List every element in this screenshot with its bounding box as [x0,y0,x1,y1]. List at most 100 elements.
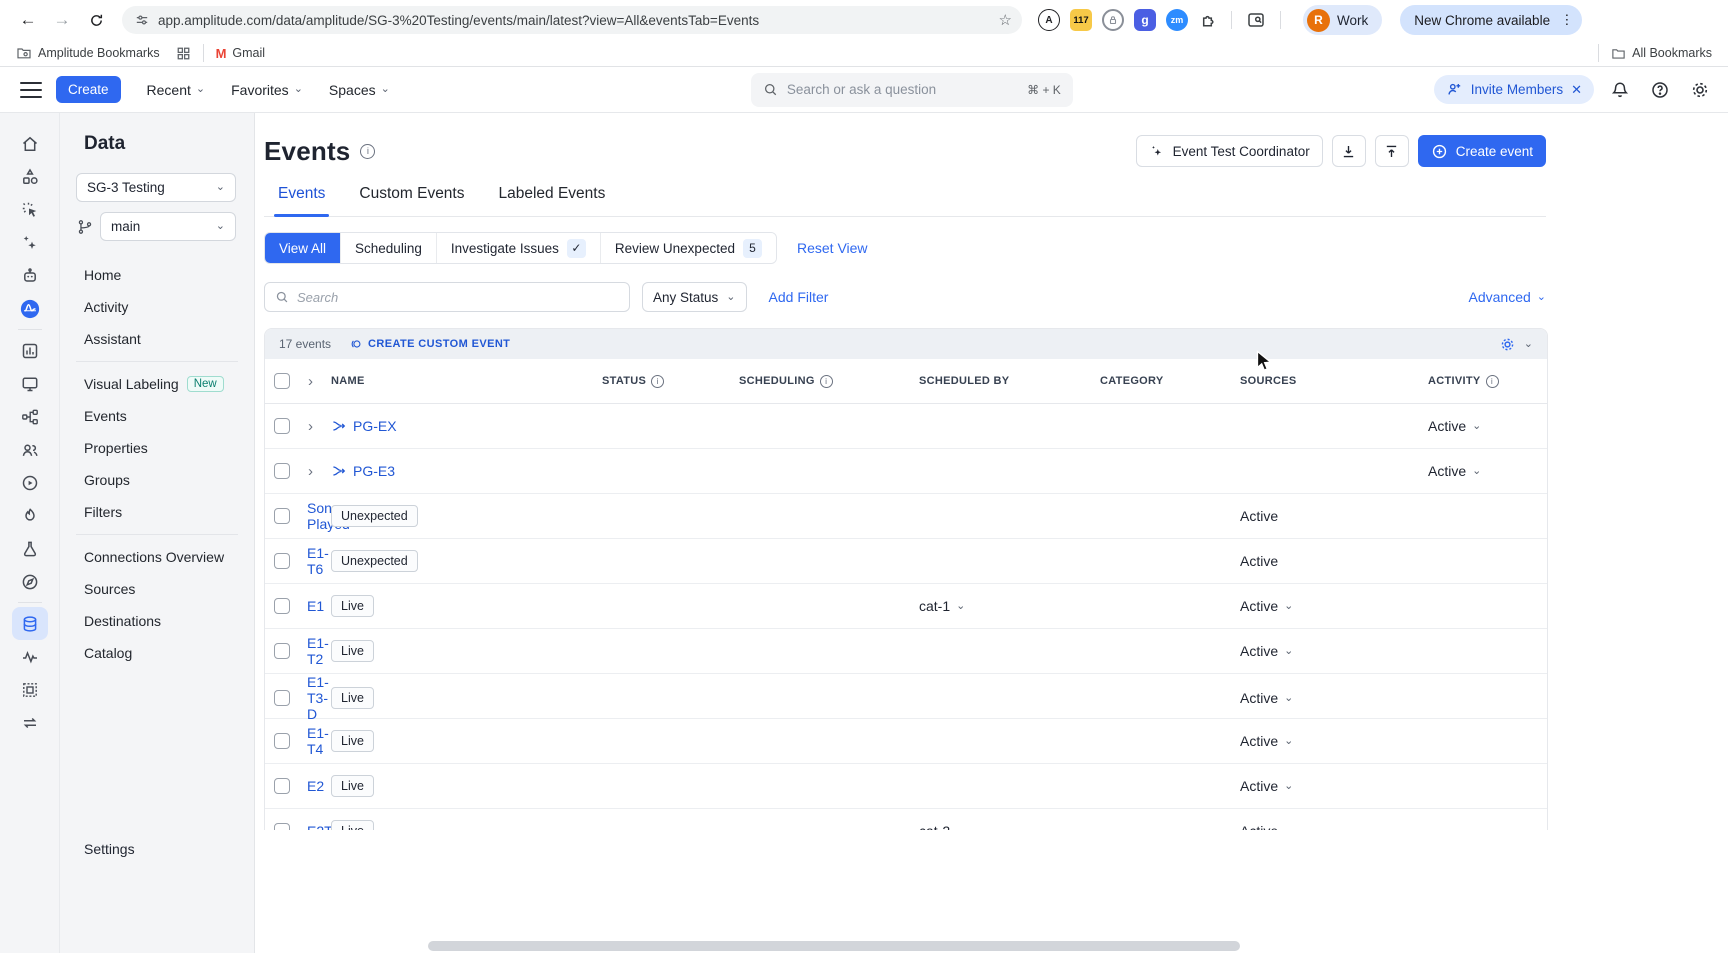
extension-g-icon[interactable]: g [1134,9,1156,31]
category-select[interactable]: cat-2⌄ [919,823,965,830]
expand-row-chevron-icon[interactable]: › [299,418,323,435]
menu-recent[interactable]: Recent⌄ [147,82,206,98]
row-checkbox[interactable] [274,463,290,479]
create-custom-event-link[interactable]: CREATE CUSTOM EVENT [349,337,510,351]
table-search[interactable] [264,282,630,312]
rail-charts-icon[interactable] [12,334,48,367]
table-row[interactable]: Song Played Unexpected Active [265,494,1547,539]
row-checkbox[interactable] [274,778,290,794]
info-icon[interactable] [1486,375,1499,388]
sidebar-item[interactable]: Sources [60,573,254,605]
expand-row-chevron-icon[interactable]: › [299,463,323,480]
invite-members-button[interactable]: Invite Members ✕ [1434,75,1594,104]
extension-counter-icon[interactable]: 117 [1070,9,1092,31]
browser-reload-icon[interactable] [82,6,110,34]
site-settings-icon[interactable] [134,12,150,28]
url-bar[interactable]: app.amplitude.com/data/amplitude/SG-3%20… [122,6,1022,34]
view-scheduling-button[interactable]: Scheduling [340,233,436,263]
rail-data-icon[interactable] [12,607,48,640]
rail-ai-sparkles-icon[interactable] [12,226,48,259]
menu-favorites[interactable]: Favorites⌄ [231,82,303,98]
global-search[interactable]: ⌘ + K [751,73,1073,107]
rail-experiments-flask-icon[interactable] [12,532,48,565]
rail-objects-icon[interactable] [12,160,48,193]
sidebar-item[interactable]: Catalog [60,637,254,669]
column-header[interactable]: SCHEDULED BY [911,375,1092,387]
info-icon[interactable] [360,144,375,159]
download-button[interactable] [1332,135,1366,167]
project-select[interactable]: SG-3 Testing ⌄ [76,173,236,202]
column-header[interactable]: SCHEDULING [731,375,911,388]
rail-dashboards-icon[interactable] [12,367,48,400]
sidebar-item[interactable]: Events [60,400,254,432]
global-search-input[interactable] [787,82,1018,97]
row-checkbox[interactable] [274,823,290,830]
activity-select[interactable]: Active⌄ [1232,778,1420,794]
activity-select[interactable]: Active⌄ [1232,598,1420,614]
create-event-button[interactable]: Create event [1418,135,1546,167]
table-row[interactable]: E1-T4 Live Active⌄ [265,719,1547,764]
sidebar-item[interactable]: Properties [60,432,254,464]
notifications-bell-icon[interactable] [1610,80,1630,100]
rail-click-tracking-icon[interactable] [12,193,48,226]
activity-select[interactable]: Active⌄ [1232,690,1420,706]
sidebar-item-settings[interactable]: Settings [60,833,254,857]
select-all-checkbox[interactable] [274,373,290,389]
row-checkbox[interactable] [274,508,290,524]
upload-button[interactable] [1375,135,1409,167]
sidebar-item[interactable]: Visual LabelingNew [60,368,254,400]
table-row[interactable]: › PG-EX Ac [265,404,1547,449]
activity-select[interactable]: Active [1232,553,1420,569]
activity-select[interactable]: Active⌄ [1232,733,1420,749]
rail-heatmap-flame-icon[interactable] [12,499,48,532]
table-row[interactable]: › PG-E3 Ac [265,449,1547,494]
branch-select[interactable]: main ⌄ [100,212,236,241]
column-header[interactable]: CATEGORY [1092,375,1232,387]
tab[interactable]: Labeled Events [499,185,606,203]
view-review-unexpected-button[interactable]: Review Unexpected 5 [600,233,776,263]
browser-profile-chip[interactable]: R Work [1303,5,1382,35]
category-select[interactable]: cat-1⌄ [919,598,965,614]
table-row[interactable]: E1 Live cat-1⌄ Active⌄ [265,584,1547,629]
column-header[interactable]: ACTIVITY [1420,375,1548,388]
activity-select[interactable]: Active⌄ [1420,418,1548,434]
status-filter-select[interactable]: Any Status ⌄ [642,282,747,312]
rail-home-icon[interactable] [12,127,48,160]
info-icon[interactable] [651,375,664,388]
side-panel-icon[interactable] [1246,10,1266,30]
table-row[interactable]: E1-T3-D Live Active⌄ [265,674,1547,719]
event-name-link[interactable]: PG-E3 [331,463,395,479]
column-header[interactable]: NAME [323,375,594,387]
reset-view-link[interactable]: Reset View [797,240,868,256]
extension-a-icon[interactable]: A [1038,9,1060,31]
row-checkbox[interactable] [274,598,290,614]
help-icon[interactable] [1650,80,1670,100]
extension-zoom-icon[interactable]: zm [1166,9,1188,31]
table-row[interactable]: E1-T6 Unexpected Active [265,539,1547,584]
sidebar-item[interactable]: Filters [60,496,254,528]
bookmark-folder-amplitude[interactable]: Amplitude Bookmarks [16,45,160,61]
rail-discover-compass-icon[interactable] [12,565,48,598]
row-checkbox[interactable] [274,553,290,569]
bookmark-gmail[interactable]: M Gmail [216,46,266,61]
expand-all-chevron-icon[interactable]: › [299,373,323,390]
apps-grid-icon[interactable] [176,46,191,61]
chevron-down-icon[interactable]: ⌄ [1524,339,1533,350]
bookmark-star-icon[interactable]: ☆ [999,11,1012,29]
rail-sync-icon[interactable] [12,706,48,739]
extension-lock-icon[interactable] [1102,9,1124,31]
rail-assistant-robot-icon[interactable] [12,259,48,292]
settings-gear-icon[interactable] [1690,80,1710,100]
view-all-button[interactable]: View All [265,233,340,263]
horizontal-scrollbar[interactable] [428,941,1240,951]
all-bookmarks[interactable]: All Bookmarks [1611,46,1712,61]
chrome-update-button[interactable]: New Chrome available ⋮ [1400,5,1581,35]
activity-select[interactable]: Active⌄ [1232,643,1420,659]
close-icon[interactable]: ✕ [1571,82,1582,98]
sidebar-item[interactable]: Connections Overview [60,541,254,573]
sidebar-item[interactable]: Activity [60,291,254,323]
rail-users-icon[interactable] [12,433,48,466]
row-checkbox[interactable] [274,643,290,659]
event-name-link[interactable]: E1 [307,598,324,614]
rail-amplitude-logo[interactable] [12,292,48,325]
